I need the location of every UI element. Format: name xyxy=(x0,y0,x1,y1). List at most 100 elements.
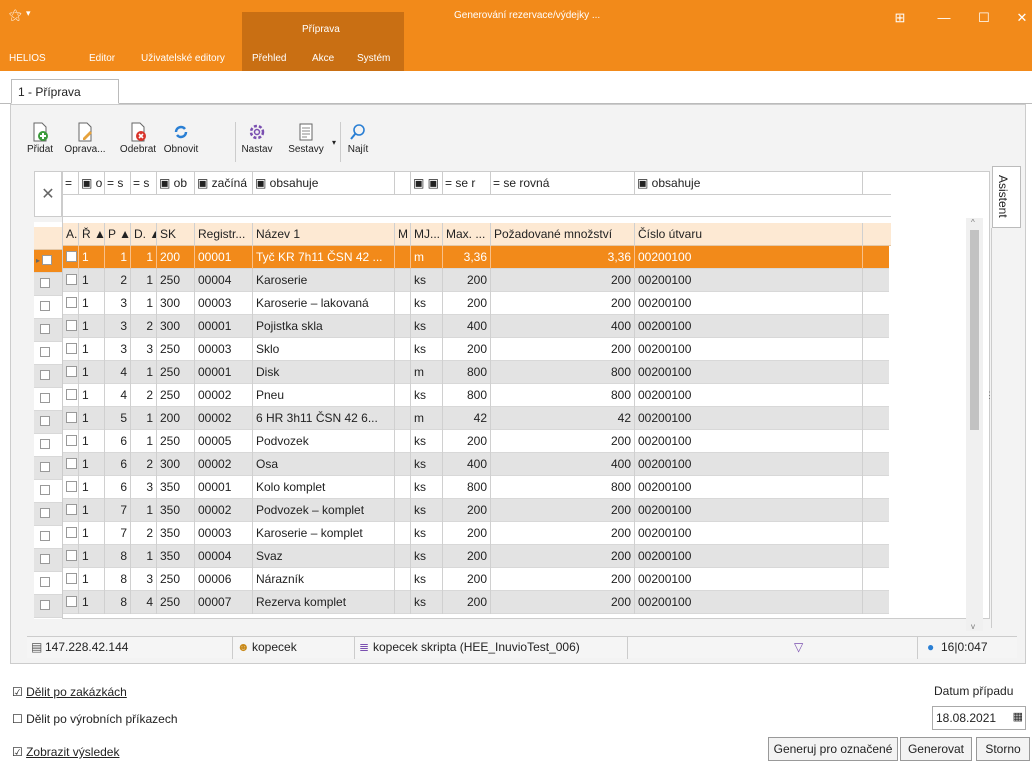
close-button[interactable]: ✕ xyxy=(1007,6,1032,30)
table-row[interactable]: 1 1 1 200 00001 Tyč KR 7h11 ČSN 42 ... m 3,36 3,… xyxy=(63,246,889,269)
show-result-checkbox[interactable]: ☑ Zobrazit výsledek xyxy=(12,745,119,759)
table-row[interactable]: 1 7 1 350 00002 Podvozek – komplet ks 200 200 002… xyxy=(63,499,889,522)
column-header[interactable]: M xyxy=(395,223,411,246)
column-header[interactable]: A.. xyxy=(63,223,79,246)
menu-actions[interactable]: Akce xyxy=(312,53,334,64)
table-row[interactable]: 1 3 3 250 00003 Sklo ks 200 200 00200100 xyxy=(63,338,889,361)
table-row[interactable]: 1 8 4 250 00007 Rezerva komplet ks 200 200 002001… xyxy=(63,591,889,614)
row-selector[interactable] xyxy=(34,549,62,572)
row-selector[interactable] xyxy=(34,434,62,457)
column-header[interactable]: SK xyxy=(157,223,195,246)
row-checkbox[interactable] xyxy=(63,476,79,499)
row-checkbox[interactable] xyxy=(63,407,79,430)
row-selector[interactable] xyxy=(34,342,62,365)
row-selector[interactable] xyxy=(34,411,62,434)
row-checkbox[interactable] xyxy=(63,453,79,476)
filter-cell[interactable]: ▣ obsahuje xyxy=(253,172,395,194)
remove-button[interactable]: Odebrat xyxy=(118,117,158,155)
column-header[interactable]: Požadované množství xyxy=(491,223,635,246)
layout-icon[interactable]: ⊞ xyxy=(885,6,915,30)
row-checkbox[interactable] xyxy=(63,292,79,315)
table-row[interactable]: 1 6 3 350 00001 Kolo komplet ks 800 800 00200100 xyxy=(63,476,889,499)
table-row[interactable]: 1 4 1 250 00001 Disk m 800 800 00200100 xyxy=(63,361,889,384)
row-checkbox[interactable] xyxy=(63,361,79,384)
scroll-up-icon[interactable]: ^ xyxy=(971,218,975,227)
reports-dropdown-icon[interactable]: ▾ xyxy=(332,138,336,147)
tab-priprava[interactable]: 1 - Příprava xyxy=(11,79,119,104)
table-row[interactable]: 1 6 2 300 00002 Osa ks 400 400 00200100 xyxy=(63,453,889,476)
row-selector[interactable] xyxy=(34,503,62,526)
table-row[interactable]: 1 2 1 250 00004 Karoserie ks 200 200 00200100 xyxy=(63,269,889,292)
row-selector[interactable]: ▸ xyxy=(34,250,62,273)
column-header[interactable]: Ř ▲ xyxy=(79,223,105,246)
table-row[interactable]: 1 7 2 350 00003 Karoserie – komplet ks 200 200 00… xyxy=(63,522,889,545)
tab-asistent[interactable]: Asistent xyxy=(992,166,1021,228)
clear-filter-icon[interactable]: ✕ xyxy=(34,171,62,217)
row-checkbox[interactable] xyxy=(63,499,79,522)
menu-overview[interactable]: Přehled xyxy=(252,53,286,64)
row-checkbox[interactable] xyxy=(63,545,79,568)
edit-button[interactable]: Oprava... xyxy=(62,117,108,155)
filter-cell[interactable]: ▣ o xyxy=(79,172,105,194)
filter-cell[interactable] xyxy=(395,172,411,194)
column-header[interactable]: Název 1 xyxy=(253,223,395,246)
column-header[interactable]: Max. ... xyxy=(443,223,491,246)
table-row[interactable]: 1 4 2 250 00002 Pneu ks 800 800 00200100 xyxy=(63,384,889,407)
row-checkbox[interactable] xyxy=(63,246,79,269)
filter-cell[interactable]: ▣ ▣ ol xyxy=(411,172,443,194)
cancel-button[interactable]: Storno xyxy=(976,737,1030,761)
row-selector[interactable] xyxy=(34,273,62,296)
row-checkbox[interactable] xyxy=(63,522,79,545)
row-checkbox[interactable] xyxy=(63,430,79,453)
maximize-button[interactable]: ☐ xyxy=(969,6,999,30)
generate-button[interactable]: Generovat xyxy=(900,737,972,761)
column-header[interactable]: Číslo útvaru xyxy=(635,223,863,246)
generate-marked-button[interactable]: Generuj pro označené xyxy=(768,737,898,761)
menu-system[interactable]: Systém xyxy=(357,53,390,64)
filter-cell[interactable]: ▣ začíná xyxy=(195,172,253,194)
row-selector[interactable] xyxy=(34,388,62,411)
filter-cell[interactable]: = se rovná xyxy=(491,172,635,194)
row-selector[interactable] xyxy=(34,319,62,342)
filter-icon[interactable]: ▽ xyxy=(794,640,803,654)
scrollbar-thumb[interactable] xyxy=(970,230,979,430)
filter-cell[interactable]: = s xyxy=(105,172,131,194)
filter-cell[interactable]: = s xyxy=(131,172,157,194)
table-row[interactable]: 1 3 2 300 00001 Pojistka skla ks 400 400 00200100 xyxy=(63,315,889,338)
column-header[interactable]: D. ▲ xyxy=(131,223,157,246)
table-row[interactable]: 1 8 1 350 00004 Svaz ks 200 200 00200100 xyxy=(63,545,889,568)
row-checkbox[interactable] xyxy=(63,591,79,614)
calendar-icon[interactable]: ▦ xyxy=(1013,710,1023,723)
table-row[interactable]: 1 3 1 300 00003 Karoserie – lakovaná ks 200 200 0… xyxy=(63,292,889,315)
row-selector[interactable] xyxy=(34,296,62,319)
quick-access-dropdown-icon[interactable]: ▾ xyxy=(26,8,31,19)
add-button[interactable]: Přidat xyxy=(23,117,57,155)
splitter-handle[interactable]: ⋮ xyxy=(985,390,994,401)
filter-cell[interactable]: ▣ ob xyxy=(157,172,195,194)
table-row[interactable]: 1 5 1 200 00002 6 HR 3h11 ČSN 42 6... m 42 42 002… xyxy=(63,407,889,430)
row-checkbox[interactable] xyxy=(63,338,79,361)
filter-cell[interactable]: ▣ obsahuje xyxy=(635,172,863,194)
find-button[interactable]: Najít xyxy=(343,117,373,155)
minimize-button[interactable]: — xyxy=(929,6,959,30)
menu-helios[interactable]: HELIOS xyxy=(9,53,46,64)
row-checkbox[interactable] xyxy=(63,384,79,407)
row-selector[interactable] xyxy=(34,595,62,618)
date-field[interactable]: 18.08.2021 ▦ xyxy=(932,706,1026,730)
scroll-down-icon[interactable]: v xyxy=(971,622,975,631)
table-row[interactable]: 1 8 3 250 00006 Nárazník ks 200 200 00200100 xyxy=(63,568,889,591)
refresh-button[interactable]: Obnovit xyxy=(160,117,202,155)
row-selector[interactable] xyxy=(34,457,62,480)
column-header[interactable]: P ▲ xyxy=(105,223,131,246)
row-selector[interactable] xyxy=(34,365,62,388)
settings-button[interactable]: Nastav xyxy=(240,117,274,155)
reports-button[interactable]: Sestavy xyxy=(284,117,328,155)
menu-user-editors[interactable]: Uživatelské editory xyxy=(141,53,225,64)
row-selector[interactable] xyxy=(34,572,62,595)
row-selector[interactable] xyxy=(34,480,62,503)
split-production-checkbox[interactable]: ☐ Dělit po výrobních příkazech xyxy=(12,712,178,726)
filter-input-row[interactable] xyxy=(63,195,891,217)
row-checkbox[interactable] xyxy=(63,315,79,338)
column-header[interactable]: Registr... xyxy=(195,223,253,246)
filter-cell[interactable]: = se r xyxy=(443,172,491,194)
